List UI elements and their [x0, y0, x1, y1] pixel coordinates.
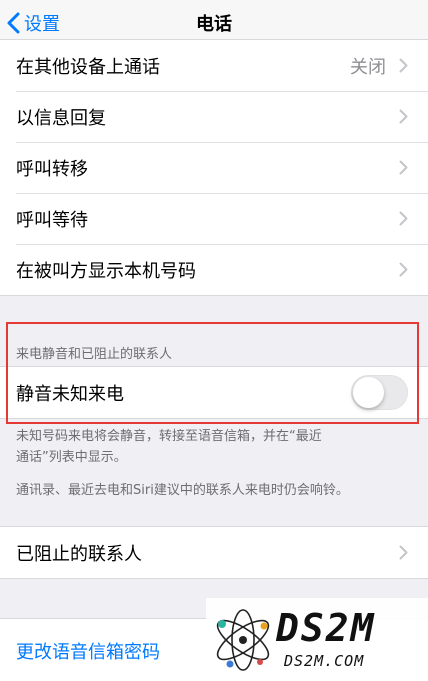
- change-voicemail-password-link[interactable]: 更改语音信箱密码: [16, 638, 160, 664]
- footer-line: 未知号码来电将会静音，转接至语音信箱，并在“最近: [16, 429, 322, 444]
- list-item-silence-unknown-callers: 静音未知来电: [0, 367, 428, 418]
- list-item-label: 以信息回复: [16, 107, 106, 129]
- silence-unknown-group: 静音未知来电: [0, 366, 428, 419]
- list-item-blocked-contacts[interactable]: 已阻止的联系人: [0, 527, 428, 578]
- list-item-other-devices[interactable]: 在其他设备上通话 关闭: [0, 40, 428, 91]
- atom-logo-icon: [216, 609, 270, 671]
- chevron-right-icon: [399, 109, 408, 123]
- toggle-knob: [353, 376, 384, 408]
- watermark-brand: DS2M: [276, 606, 376, 650]
- list-item-call-forwarding[interactable]: 呼叫转移: [0, 142, 428, 193]
- list-item-label: 已阻止的联系人: [16, 543, 142, 565]
- silence-footer-note: 通讯录、最近去电和Siri建议中的联系人来电时仍会响铃。: [16, 483, 349, 498]
- chevron-right-icon: [399, 160, 408, 174]
- list-item-value: 关闭: [350, 56, 386, 78]
- blocked-contacts-group: 已阻止的联系人: [0, 526, 428, 579]
- silence-unknown-toggle[interactable]: [351, 374, 408, 410]
- call-settings-group: 在其他设备上通话 关闭 以信息回复 呼叫转移 呼叫等待 在被叫方显示本机号码: [0, 39, 428, 296]
- section-header-silence: 来电静音和已阻止的联系人: [16, 347, 173, 362]
- list-item-reply-with-message[interactable]: 以信息回复: [0, 91, 428, 142]
- list-item-show-caller-id[interactable]: 在被叫方显示本机号码: [0, 244, 428, 295]
- list-item-label: 呼叫等待: [16, 209, 88, 231]
- chevron-right-icon: [399, 211, 408, 225]
- page-title: 电话: [196, 14, 232, 35]
- watermark-site: DS2M.COM: [284, 652, 365, 670]
- watermark: DS2M DS2M.COM: [206, 598, 428, 681]
- list-item-label: 在被叫方显示本机号码: [16, 260, 196, 282]
- chevron-right-icon: [399, 262, 408, 276]
- list-item-label: 呼叫转移: [16, 158, 88, 180]
- chevron-right-icon: [399, 545, 408, 559]
- list-item-label: 静音未知来电: [16, 383, 124, 405]
- list-item-label: 在其他设备上通话: [16, 56, 160, 78]
- silence-footer-description: 未知号码来电将会静音，转接至语音信箱，并在“最近 通话”列表中显示。: [16, 426, 412, 468]
- footer-line: 通话”列表中显示。: [16, 450, 127, 465]
- chevron-right-icon: [399, 58, 408, 72]
- list-item-call-waiting[interactable]: 呼叫等待: [0, 193, 428, 244]
